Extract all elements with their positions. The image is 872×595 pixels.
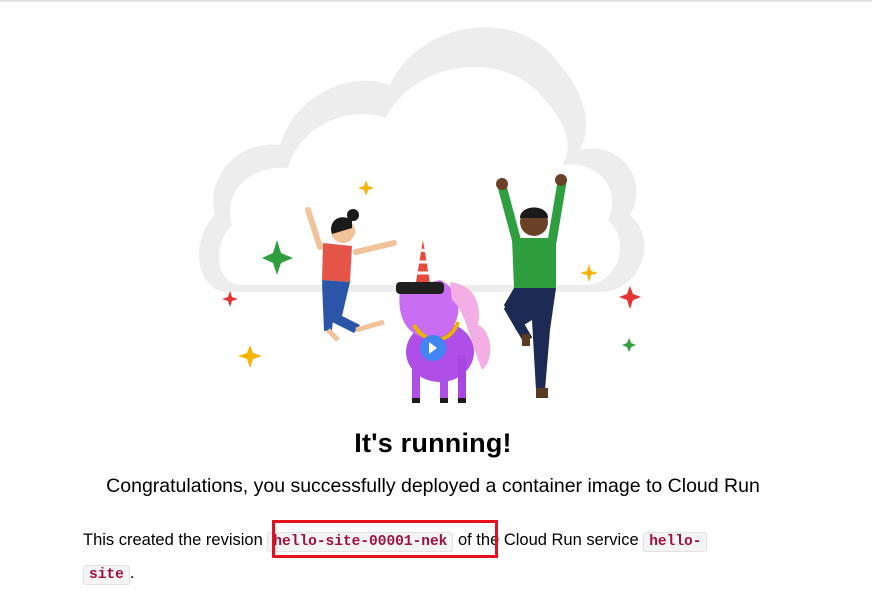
celebration-illustration [198,27,645,403]
page-subtitle: Congratulations, you successfully deploy… [106,475,760,497]
service-name-code-part1: hello- [643,532,708,552]
service-name-code-part2: site [83,565,130,585]
period-text: . [129,564,135,582]
page-title: It's running! [354,428,512,458]
revision-prefix-text: This created the revision [83,531,268,549]
revision-highlight-box [272,520,498,558]
